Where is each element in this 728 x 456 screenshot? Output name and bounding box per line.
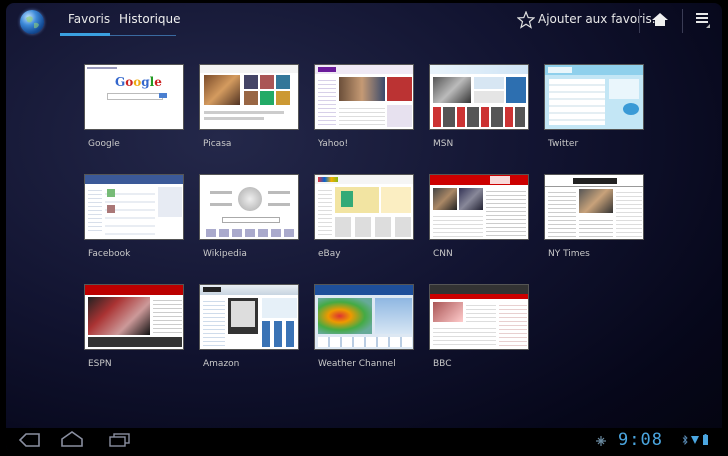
bookmark-label: Twitter <box>548 139 579 149</box>
home-icon[interactable] <box>651 11 669 29</box>
recent-apps-icon[interactable] <box>108 433 130 447</box>
bookmark-label: Picasa <box>203 139 232 149</box>
menu-icon[interactable] <box>696 12 710 28</box>
battery-icon <box>703 434 708 445</box>
thumbnail-picasa[interactable] <box>199 64 299 130</box>
add-bookmark-button[interactable]: Ajouter aux favoris... <box>538 12 663 26</box>
star-icon[interactable] <box>517 11 535 29</box>
thumbnail-espn[interactable] <box>84 284 184 350</box>
bookmark-label: Wikipedia <box>203 249 247 259</box>
bookmark-label: BBC <box>433 359 452 369</box>
toolbar-divider <box>639 9 640 33</box>
thumbnail-weather-channel[interactable] <box>314 284 414 350</box>
thumbnail-ebay[interactable] <box>314 174 414 240</box>
bookmark-label: NY Times <box>548 249 590 259</box>
thumbnail-msn[interactable] <box>429 64 529 130</box>
thumbnail-bbc[interactable] <box>429 284 529 350</box>
thumbnail-wikipedia[interactable] <box>199 174 299 240</box>
thumbnail-amazon[interactable] <box>199 284 299 350</box>
home-icon[interactable] <box>60 431 84 447</box>
bookmark-label: eBay <box>318 249 341 259</box>
bookmark-label: Yahoo! <box>318 139 349 149</box>
browser-top-bar: Favoris Historique Ajouter aux favoris..… <box>6 3 722 39</box>
wifi-signal-icon <box>691 436 699 444</box>
browser-globe-icon <box>20 10 44 34</box>
system-bar: 9:08 <box>6 428 722 453</box>
back-icon[interactable] <box>18 433 40 447</box>
thumbnail-nytimes[interactable] <box>544 174 644 240</box>
bookmark-label: ESPN <box>88 359 112 369</box>
status-clock[interactable]: 9:08 <box>618 430 663 450</box>
bookmark-label: CNN <box>433 249 453 259</box>
tab-favoris[interactable]: Favoris <box>62 9 116 35</box>
bluetooth-icon <box>682 435 688 445</box>
bookmark-label: Weather Channel <box>318 359 396 369</box>
bookmark-label: MSN <box>433 139 454 149</box>
tab-historique[interactable]: Historique <box>116 9 181 35</box>
thumbnail-cnn[interactable] <box>429 174 529 240</box>
bookmark-label: Google <box>88 139 120 149</box>
thumbnail-google[interactable]: Google <box>84 64 184 130</box>
browser-frame: Favoris Historique Ajouter aux favoris..… <box>6 3 722 453</box>
bookmark-label: Amazon <box>203 359 240 369</box>
active-tab-indicator <box>60 33 110 36</box>
google-logo: Google <box>115 75 162 89</box>
thumbnail-twitter[interactable] <box>544 64 644 130</box>
thumbnail-yahoo[interactable] <box>314 64 414 130</box>
toolbar-divider <box>682 9 683 33</box>
bookmark-label: Facebook <box>88 249 131 259</box>
notification-icon[interactable] <box>596 436 606 446</box>
thumbnail-facebook[interactable] <box>84 174 184 240</box>
